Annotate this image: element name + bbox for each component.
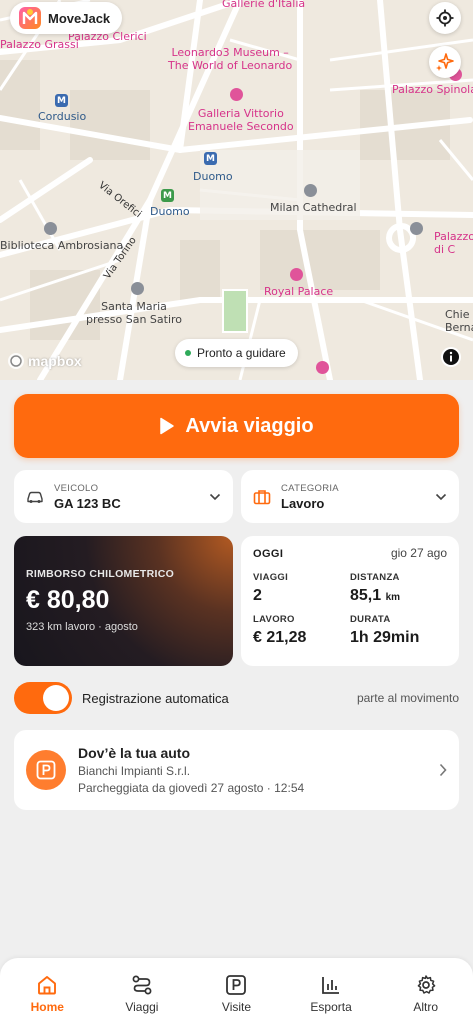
palazzo-edge-poi-icon bbox=[410, 222, 423, 235]
crosshair-icon bbox=[436, 9, 454, 27]
home-icon bbox=[38, 976, 57, 995]
start-trip-label: Avvia viaggio bbox=[185, 414, 314, 437]
nav-more[interactable]: Altro bbox=[378, 958, 473, 1024]
nav-more-label: Altro bbox=[413, 1000, 439, 1014]
today-title: OGGI bbox=[253, 548, 284, 560]
work-value: € 21,28 bbox=[253, 629, 307, 646]
cathedral-poi-icon bbox=[304, 184, 317, 197]
map-label-duomo-metro: Duomo bbox=[193, 170, 233, 183]
status-text: Pronto a guidare bbox=[197, 346, 286, 360]
status-badge: Pronto a guidare bbox=[175, 339, 298, 367]
car-location-parked: Parcheggiata da giovedì 27 agosto · 12:5… bbox=[78, 781, 305, 795]
sparkle-icon bbox=[436, 53, 454, 71]
distance-value: 85,1 km bbox=[350, 587, 401, 604]
tram-duomo-icon: M bbox=[161, 189, 174, 202]
map-label-galleria: Galleria Vittorio Emanuele Secondo bbox=[188, 107, 294, 133]
map-label-palazzo-grassi: Palazzo Grassi bbox=[0, 38, 79, 51]
nav-export-label: Esporta bbox=[310, 1000, 352, 1014]
play-icon bbox=[160, 417, 175, 435]
magic-button[interactable] bbox=[429, 46, 461, 78]
metro-cordusio-icon: M bbox=[55, 94, 68, 107]
app-brand: MoveJack bbox=[10, 2, 123, 34]
map-label-chie: Chie Berna bbox=[445, 308, 473, 334]
royal-palace-poi-icon bbox=[290, 268, 303, 281]
nav-trips[interactable]: Viaggi bbox=[95, 958, 190, 1024]
map-label-duomo-tram: Duomo bbox=[150, 205, 190, 218]
poi-bottom-icon bbox=[316, 361, 329, 374]
parking-badge bbox=[26, 750, 66, 790]
parking-icon bbox=[226, 975, 247, 995]
reimbursement-card[interactable]: RIMBORSO CHILOMETRICO € 80,80 323 km lav… bbox=[14, 536, 233, 666]
today-summary-card[interactable]: OGGI gio 27 ago VIAGGI 2 DISTANZA 85,1 k… bbox=[241, 536, 459, 666]
distance-label: DISTANZA bbox=[350, 572, 400, 583]
mapbox-text: mapbox bbox=[28, 353, 82, 369]
nav-home-label: Home bbox=[30, 1000, 64, 1014]
auto-record-row: Registrazione automatica parte al movime… bbox=[14, 681, 459, 715]
start-trip-button[interactable]: Avvia viaggio bbox=[14, 394, 459, 458]
briefcase-icon bbox=[253, 489, 271, 504]
duration-value: 1h 29min bbox=[350, 629, 420, 646]
car-location-card[interactable]: Dov’è la tua auto Bianchi Impianti S.r.l… bbox=[14, 730, 459, 810]
map-label-cordusio: Cordusio bbox=[38, 110, 87, 123]
map-label-royal-palace: Royal Palace bbox=[264, 285, 334, 298]
trips-label: VIAGGI bbox=[253, 572, 289, 583]
work-label: LAVORO bbox=[253, 614, 295, 625]
car-icon bbox=[27, 491, 43, 503]
chevron-down-icon bbox=[209, 493, 221, 500]
nav-home[interactable]: Home bbox=[0, 958, 95, 1024]
map-label-gallerie: Gallerie d'Italia bbox=[222, 0, 306, 10]
mapbox-logo-icon bbox=[8, 353, 24, 369]
church-poi-icon bbox=[131, 282, 144, 295]
map-label-santa-maria: Santa Maria presso San Satiro bbox=[86, 300, 183, 326]
distance-unit: km bbox=[385, 592, 401, 603]
info-icon bbox=[443, 349, 459, 365]
car-location-title: Dov’è la tua auto bbox=[78, 745, 191, 761]
mapbox-attribution[interactable]: mapbox bbox=[7, 352, 82, 370]
map-label-palazzo-edge: Palazzo di C bbox=[434, 230, 473, 256]
vehicle-value: GA 123 BC bbox=[54, 495, 121, 511]
bar-chart-icon bbox=[322, 977, 340, 994]
vehicle-caption: VEICOLO bbox=[54, 482, 99, 494]
map-label-biblioteca: Biblioteca Ambrosiana bbox=[0, 239, 124, 252]
category-selector[interactable]: CATEGORIA Lavoro bbox=[241, 470, 459, 523]
map-label-leonardo3: Leonardo3 Museum – The World of Leonardo bbox=[168, 46, 293, 72]
category-value: Lavoro bbox=[281, 495, 325, 511]
car-location-place: Bianchi Impianti S.r.l. bbox=[78, 764, 191, 778]
nav-trips-label: Viaggi bbox=[125, 1000, 159, 1014]
today-date: gio 27 ago bbox=[390, 546, 447, 560]
map-label-milan-cathedral: Milan Cathedral bbox=[270, 201, 357, 214]
toggle-knob bbox=[43, 685, 69, 711]
auto-record-label: Registrazione automatica bbox=[82, 690, 229, 706]
map-info-button[interactable] bbox=[441, 347, 461, 367]
reimbursement-amount: € 80,80 bbox=[26, 586, 110, 614]
reimbursement-caption: RIMBORSO CHILOMETRICO bbox=[26, 568, 175, 580]
gear-icon bbox=[417, 975, 436, 994]
parking-icon bbox=[36, 760, 56, 780]
app-logo-icon bbox=[19, 7, 41, 29]
trips-value: 2 bbox=[253, 587, 262, 604]
museum-poi-icon bbox=[230, 88, 243, 101]
status-dot bbox=[185, 350, 191, 356]
route-icon bbox=[132, 975, 152, 995]
auto-record-toggle[interactable] bbox=[14, 682, 72, 714]
auto-record-hint: parte al movimento bbox=[356, 691, 459, 705]
app-name: MoveJack bbox=[48, 10, 111, 26]
reimbursement-detail: 323 km lavoro · agosto bbox=[26, 621, 138, 633]
biblioteca-poi-icon bbox=[44, 222, 57, 235]
nav-visits[interactable]: Visite bbox=[189, 958, 284, 1024]
nav-export[interactable]: Esporta bbox=[284, 958, 379, 1024]
duration-label: DURATA bbox=[350, 614, 391, 625]
map-view[interactable]: Gallerie d'Italia Palazzo Clerici Palazz… bbox=[0, 0, 473, 380]
nav-visits-label: Visite bbox=[221, 1000, 252, 1014]
vehicle-selector[interactable]: VEICOLO GA 123 BC bbox=[14, 470, 233, 523]
chevron-right-icon bbox=[439, 763, 447, 777]
map-label-palazzo-spinola: Palazzo Spinola bbox=[392, 83, 473, 96]
locate-button[interactable] bbox=[429, 2, 461, 34]
metro-duomo-icon: M bbox=[204, 152, 217, 165]
category-caption: CATEGORIA bbox=[281, 482, 339, 494]
chevron-down-icon bbox=[435, 493, 447, 500]
bottom-navigation: Home Viaggi Visite Esporta Altro bbox=[0, 958, 473, 1024]
